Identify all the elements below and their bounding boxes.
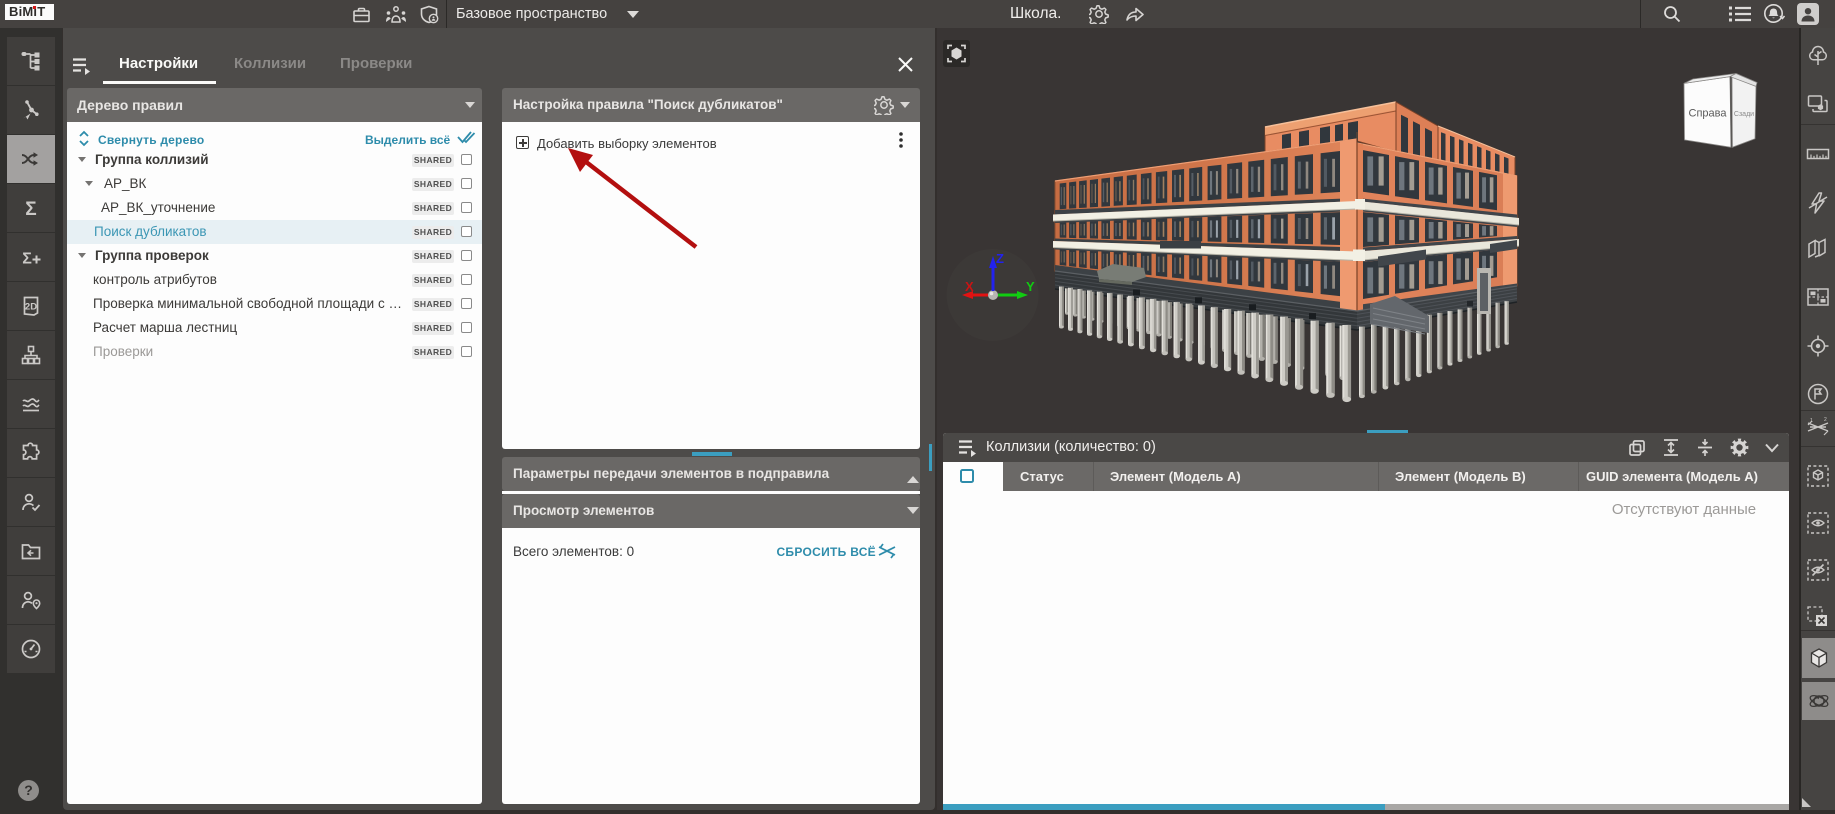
svg-text:2D: 2D xyxy=(25,302,37,313)
svg-text:X: X xyxy=(965,279,974,294)
svg-text:Y: Y xyxy=(1026,279,1035,294)
svg-text:Сзади: Сзади xyxy=(1734,111,1754,118)
svg-text:1: 1 xyxy=(1810,418,1813,424)
svg-text:2: 2 xyxy=(1824,417,1827,423)
svg-text:Σ: Σ xyxy=(25,199,36,220)
svg-text:Z: Z xyxy=(996,251,1004,266)
svg-text:Σ: Σ xyxy=(22,251,32,268)
svg-text:Справа: Справа xyxy=(1689,108,1728,120)
